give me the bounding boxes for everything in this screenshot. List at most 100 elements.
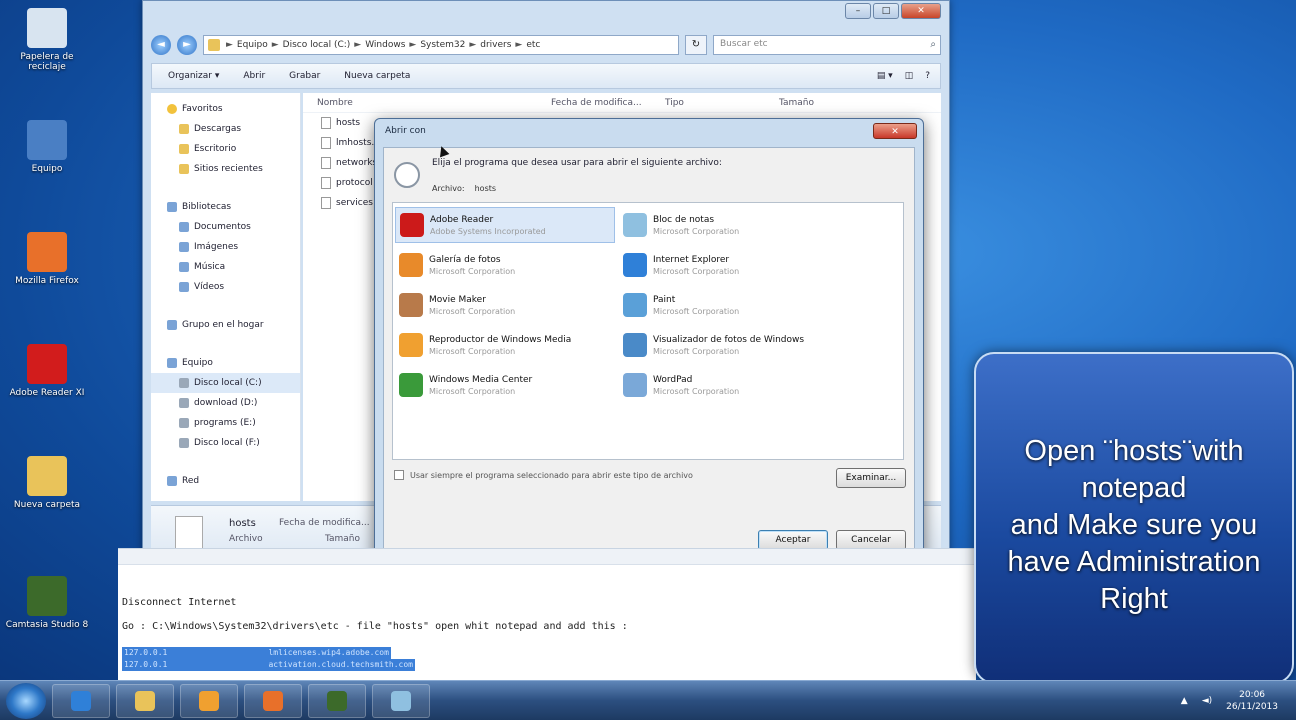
column-header[interactable]: Tamaño [779,98,859,108]
lib-icon [167,202,177,212]
nav-item-label: programs (E:) [194,418,256,428]
desktop-icon[interactable]: Camtasia Studio 8 [4,576,90,630]
breadcrumb-separator[interactable]: ► [354,40,361,50]
program-item[interactable]: Movie Maker Microsoft Corporation [395,287,615,323]
nav-item[interactable]: programs (E:) [151,413,300,433]
dialog-file-info: Archivo: hosts [432,184,496,193]
file-name: protocol [336,178,373,188]
record-button[interactable]: Grabar [289,71,320,81]
instruction-overlay: Open ¨hosts¨with notepad and Make sure y… [974,352,1294,684]
cancel-button[interactable]: Cancelar [836,530,906,550]
breadcrumb-item[interactable]: Equipo [237,40,268,50]
desktop-app-icon [27,8,67,48]
desktop-icon[interactable]: Equipo [4,120,90,174]
open-button[interactable]: Abrir [243,71,265,81]
nav-item[interactable]: Documentos [151,217,300,237]
breadcrumb-item[interactable]: drivers [480,40,511,50]
network-icon[interactable]: ▲ [1181,696,1188,706]
nav-item[interactable]: Bibliotecas [151,197,300,217]
new-folder-button[interactable]: Nueva carpeta [344,71,410,81]
desktop-icon[interactable]: Papelera de reciclaje [4,8,90,72]
nav-item[interactable]: Vídeos [151,277,300,297]
program-icon [399,333,423,357]
nav-item[interactable]: Disco local (C:) [151,373,300,393]
program-item[interactable]: Reproductor de Windows Media Microsoft Co… [395,327,615,363]
maximize-button[interactable]: □ [873,3,899,19]
taskbar-explorer[interactable] [116,683,174,718]
taskbar-notepad[interactable] [372,683,430,718]
program-item[interactable]: Galería de fotos Microsoft Corporation [395,247,615,283]
lib-icon [167,320,177,330]
program-text: Galería de fotos Microsoft Corporation [429,254,515,277]
clock[interactable]: 20:06 26/11/2013 [1226,689,1278,713]
program-item[interactable]: Paint Microsoft Corporation [619,287,839,323]
breadcrumb-separator[interactable]: ► [409,40,416,50]
column-header[interactable]: Tipo [665,98,779,108]
program-company: Microsoft Corporation [653,266,740,276]
program-company: Microsoft Corporation [429,306,516,316]
breadcrumb-separator[interactable]: ► [469,40,476,50]
back-button[interactable]: ◄ [151,35,171,55]
search-placeholder: Buscar etc [720,39,768,49]
close-button[interactable]: ✕ [901,3,941,19]
taskbar-firefox[interactable] [244,683,302,718]
breadcrumb-separator[interactable]: ► [226,40,233,50]
nav-item[interactable]: download (D:) [151,393,300,413]
taskbar-ie[interactable] [52,683,110,718]
taskbar-camtasia[interactable] [308,683,366,718]
breadcrumb-separator[interactable]: ► [515,40,522,50]
desktop-icon[interactable]: Nueva carpeta [4,456,90,510]
view-options-icon[interactable]: ▤ ▾ [877,71,893,81]
program-item[interactable]: Bloc de notas Microsoft Corporation [619,207,839,243]
dialog-close-button[interactable]: ✕ [873,123,917,139]
breadcrumb-item[interactable]: etc [526,40,540,50]
accept-button[interactable]: Aceptar [758,530,828,550]
search-input[interactable]: Buscar etc ⌕ [713,35,941,55]
taskbar-media-player[interactable] [180,683,238,718]
highlighted-line-1[interactable]: 127.0.0.1 lmlicenses.wip4.adobe.com [122,647,391,659]
desktop-icon[interactable]: Mozilla Firefox [4,232,90,286]
program-item[interactable]: Visualizador de fotos de Windows Microsof… [619,327,839,363]
column-header[interactable]: Nombre [303,98,551,108]
program-item[interactable]: WordPad Microsoft Corporation [619,367,839,403]
organize-button[interactable]: Organizar ▾ [168,71,219,81]
program-name: Galería de fotos [429,254,501,265]
command-bar: Organizar ▾ Abrir Grabar Nueva carpeta ▤… [151,63,941,89]
nav-item-label: Escritorio [194,144,237,154]
always-use-checkbox[interactable] [394,470,404,480]
nav-item[interactable]: Música [151,257,300,277]
browse-button[interactable]: Examinar... [836,468,906,488]
program-item[interactable]: Windows Media Center Microsoft Corporatio… [395,367,615,403]
refresh-button[interactable]: ↻ [685,35,707,55]
nav-item[interactable]: Descargas [151,119,300,139]
breadcrumb-item[interactable]: System32 [420,40,465,50]
nav-item[interactable]: Escritorio [151,139,300,159]
highlighted-line-2[interactable]: 127.0.0.1 activation.cloud.techsmith.com [122,659,415,671]
volume-icon[interactable]: ◄) [1202,696,1212,706]
notes-header-strip [118,549,976,565]
drive-icon [179,398,189,408]
preview-pane-icon[interactable]: ◫ [905,71,914,81]
nav-item[interactable]: Red [151,471,300,491]
breadcrumb-separator[interactable]: ► [272,40,279,50]
desktop-icon[interactable]: Adobe Reader XI [4,344,90,398]
minimize-button[interactable]: – [845,3,871,19]
help-icon[interactable]: ? [925,71,930,81]
breadcrumb-item[interactable]: Windows [365,40,405,50]
notes-area: Disconnect Internet Go : C:\Windows\Syst… [118,548,976,684]
address-bar[interactable]: ► Equipo ► Disco local (C:) ► Windows ► System3… [203,35,679,55]
forward-button[interactable]: ► [177,35,197,55]
breadcrumb-item[interactable]: Disco local (C:) [283,40,351,50]
column-header[interactable]: Fecha de modifica... [551,98,665,108]
nav-item[interactable]: Disco local (F:) [151,433,300,453]
nav-item[interactable]: Sitios recientes [151,159,300,179]
nav-item[interactable]: Equipo [151,353,300,373]
nav-item[interactable]: Grupo en el hogar [151,315,300,335]
program-item[interactable]: Adobe Reader Adobe Systems Incorporated [395,207,615,243]
detail-file-type: Archivo [229,534,263,544]
nav-item[interactable]: Favoritos [151,99,300,119]
notepad-icon [391,690,411,711]
program-item[interactable]: Internet Explorer Microsoft Corporation [619,247,839,283]
start-button[interactable] [6,682,46,719]
nav-item[interactable]: Imágenes [151,237,300,257]
